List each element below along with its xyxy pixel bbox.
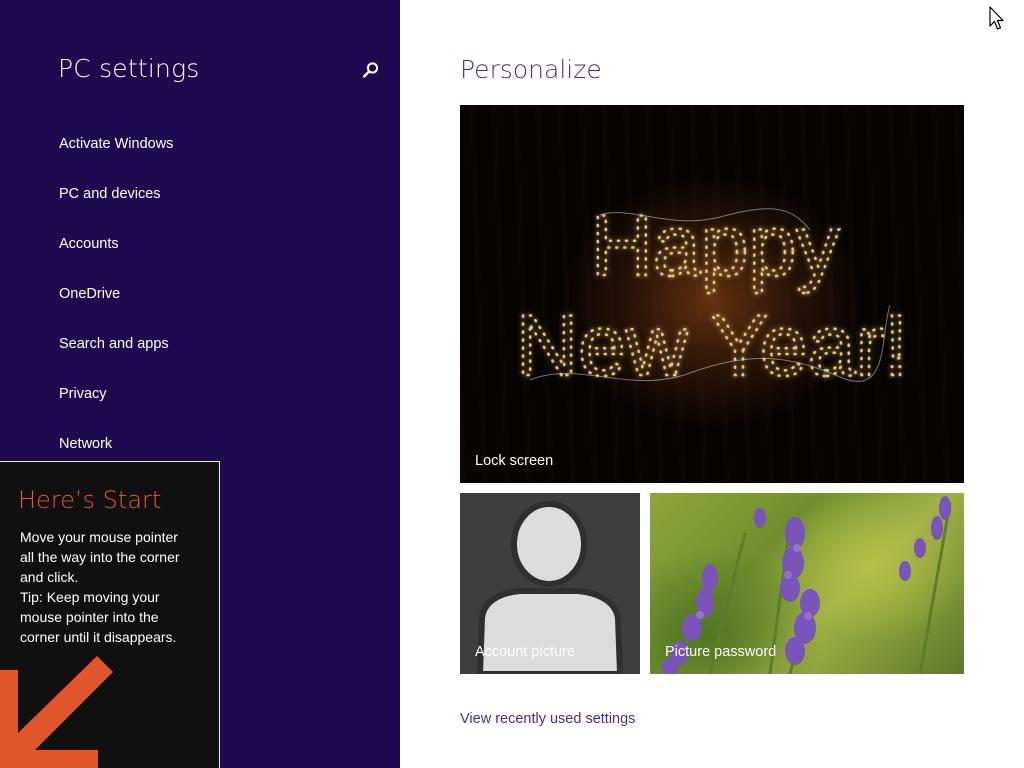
arrow-down-left-icon — [0, 656, 113, 768]
start-tip-body: Move your mouse pointer all the way into… — [20, 527, 210, 647]
start-tip-line: and click. — [20, 569, 79, 585]
start-tip-line: all the way into the corner — [20, 549, 180, 565]
sidebar-item-onedrive[interactable]: OneDrive — [59, 286, 120, 302]
start-tip-line: corner until it disappears. — [20, 629, 177, 645]
sidebar-item-privacy[interactable]: Privacy — [59, 386, 107, 402]
lock-screen-label: Lock screen — [475, 453, 554, 469]
sidebar-title: PC settings — [58, 54, 200, 83]
page-title: Personalize — [460, 55, 602, 84]
view-recent-settings-link[interactable]: View recently used settings — [460, 711, 635, 727]
sidebar-item-network[interactable]: Network — [59, 436, 112, 452]
picture-password-label: Picture password — [665, 644, 777, 660]
sidebar-item-activate-windows[interactable]: Activate Windows — [59, 136, 173, 152]
account-picture-tile[interactable]: Account picture — [460, 493, 640, 674]
start-tip-title: Here’s Start — [18, 486, 162, 514]
picture-password-tile[interactable]: Picture password — [650, 493, 964, 674]
lock-screen-tile[interactable]: Happy New Year! Lock screen — [460, 105, 964, 483]
start-tip-line: mouse pointer into the — [20, 609, 159, 625]
lock-screen-image-line1: Happy — [591, 198, 840, 294]
start-tip-line: Move your mouse pointer — [20, 529, 178, 545]
lock-screen-image: Happy New Year! — [515, 197, 910, 396]
start-tip-popup[interactable]: Here’s Start Move your mouse pointer all… — [0, 461, 220, 768]
account-picture-label: Account picture — [475, 644, 575, 660]
mouse-cursor-icon — [989, 6, 1004, 30]
sidebar-item-accounts[interactable]: Accounts — [59, 236, 119, 252]
start-tip-line: Tip: Keep moving your — [20, 589, 160, 605]
search-button[interactable] — [360, 60, 382, 82]
sidebar-item-search-and-apps[interactable]: Search and apps — [59, 336, 169, 352]
sidebar-item-pc-and-devices[interactable]: PC and devices — [59, 186, 161, 202]
search-icon — [362, 62, 379, 78]
lock-screen-image-line2: New Year! — [516, 298, 908, 394]
